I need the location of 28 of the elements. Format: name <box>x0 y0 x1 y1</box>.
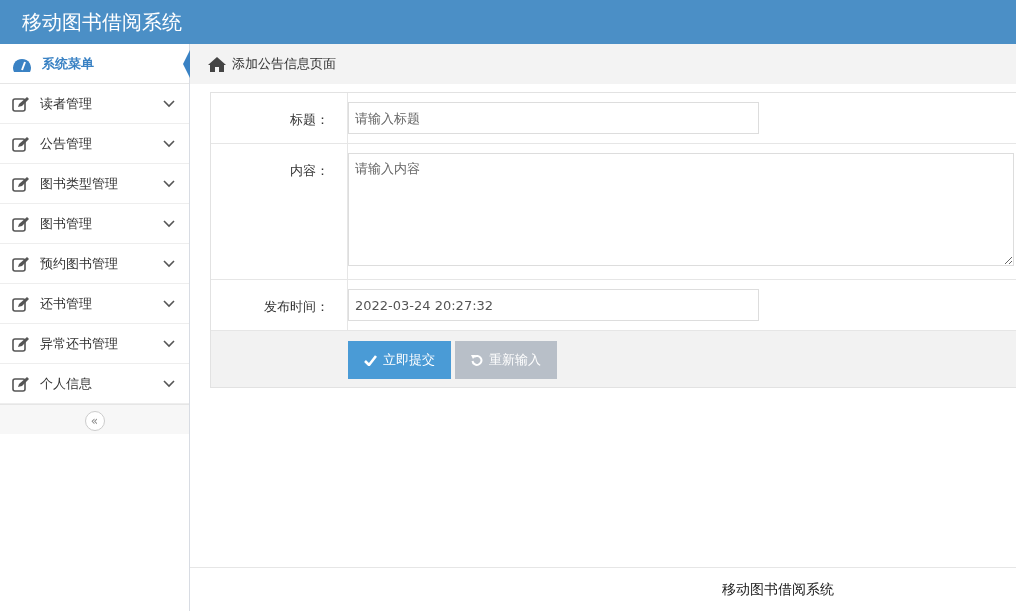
menu-heading-text: 系统菜单 <box>42 54 94 73</box>
breadcrumb-text: 添加公告信息页面 <box>232 55 336 73</box>
chevron-icon <box>163 139 175 148</box>
content-field[interactable]: 请输入内容 <box>348 153 1014 266</box>
checkmark-icon <box>364 354 377 366</box>
app-title: 移动图书借阅系统 <box>22 8 182 36</box>
input-field[interactable]: 2022-03-24 20:27:32 <box>348 289 759 321</box>
edit-icon <box>12 295 30 312</box>
active-pointer-icon <box>183 50 190 78</box>
home-icon <box>208 56 226 72</box>
input-field[interactable]: 请输入标题 <box>348 102 759 134</box>
chevron-icon <box>163 299 175 308</box>
chevron-icon <box>163 219 175 228</box>
refresh-icon <box>471 354 483 366</box>
edit-icon <box>12 135 30 152</box>
footer-text: 移动图书借阅系统 <box>722 580 834 599</box>
chevron-icon <box>163 259 175 268</box>
edit-icon <box>12 215 30 232</box>
edit-icon <box>12 255 30 272</box>
edit-icon <box>12 375 30 392</box>
edit-icon <box>12 95 30 112</box>
chevron-icon <box>163 99 175 108</box>
collapse-button[interactable]: « <box>84 411 105 431</box>
chevron-icon <box>163 179 175 188</box>
chevron-icon <box>163 339 175 348</box>
edit-icon <box>12 175 30 192</box>
edit-icon <box>12 335 30 352</box>
chevron-icon <box>163 379 175 388</box>
